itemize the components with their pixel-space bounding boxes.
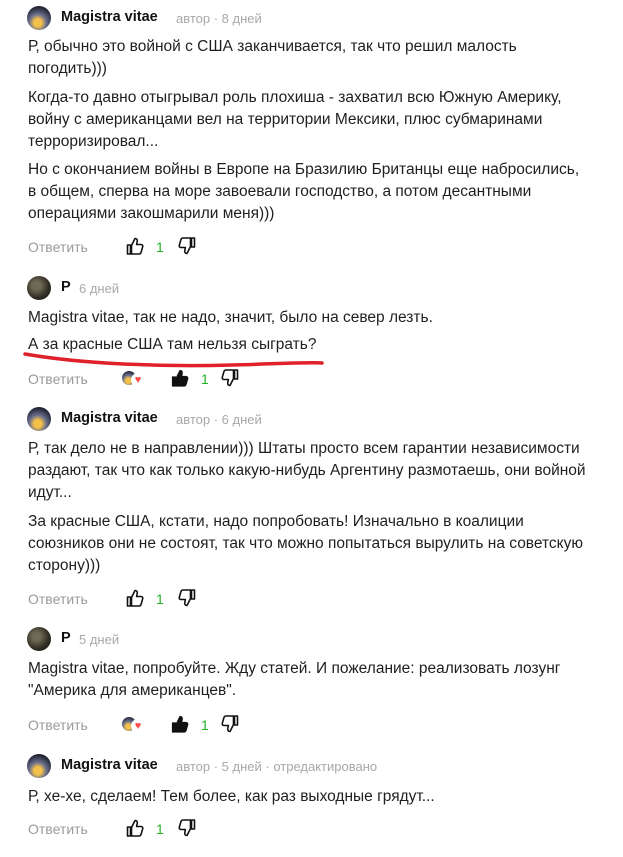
red-underline-annotation — [23, 352, 324, 368]
reply-button[interactable]: Ответить — [28, 717, 88, 733]
heart-icon: ♥ — [131, 373, 145, 387]
comment-actions: Ответить ♥ 1 — [0, 714, 623, 738]
comment-actions: Ответить 1 — [0, 818, 623, 842]
dislike-button[interactable] — [220, 714, 242, 736]
like-button[interactable] — [125, 236, 147, 258]
thumbs-down-outline-icon — [178, 237, 196, 255]
comment-meta: автор · 6 дней — [176, 412, 262, 427]
reply-button[interactable]: Ответить — [28, 239, 88, 255]
like-count: 1 — [201, 717, 209, 733]
comment-text: Р, так дело не в направлении))) Штаты пр… — [28, 440, 586, 501]
like-count: 1 — [201, 371, 209, 387]
thumbs-down-outline-icon — [178, 589, 196, 607]
reactor-avatars[interactable]: ♥ — [122, 714, 148, 736]
thumbs-up-filled-icon — [171, 715, 189, 733]
comment-text: Но с окончанием войны в Европе на Бразил… — [28, 161, 580, 222]
like-button[interactable] — [125, 818, 147, 840]
author-name[interactable]: Magistra vitae — [61, 9, 158, 25]
author-avatar[interactable] — [27, 627, 51, 651]
comment-meta: 6 дней — [79, 281, 120, 296]
comment-text: Когда-то давно отыгрывал роль плохиша - … — [28, 89, 562, 150]
heart-icon: ♥ — [131, 719, 145, 733]
comment-actions: Ответить 1 — [0, 588, 623, 612]
author-avatar[interactable] — [27, 276, 51, 300]
dislike-button[interactable] — [177, 818, 199, 840]
reply-button[interactable]: Ответить — [28, 821, 88, 837]
comment-meta: автор · 5 дней · отредактировано — [176, 759, 378, 774]
reply-button[interactable]: Ответить — [28, 371, 88, 387]
like-count: 1 — [156, 591, 164, 607]
comment-text: Magistra vitae, попробуйте. Жду статей. … — [28, 660, 561, 699]
author-name[interactable]: Р — [61, 630, 71, 646]
comment-text: Magistra vitae, так не надо, значит, был… — [28, 309, 433, 326]
like-count: 1 — [156, 821, 164, 837]
author-name[interactable]: Magistra vitae — [61, 410, 158, 426]
like-count: 1 — [156, 239, 164, 255]
comment-text: Р, обычно это войной с США заканчивается… — [28, 38, 517, 77]
comment-text: Р, хе-хе, сделаем! Тем более, как раз вы… — [28, 788, 435, 805]
like-button[interactable] — [170, 714, 192, 736]
author-avatar[interactable] — [27, 6, 51, 30]
like-button[interactable] — [125, 588, 147, 610]
author-avatar[interactable] — [27, 407, 51, 431]
thumbs-up-outline-icon — [126, 589, 144, 607]
thumbs-up-outline-icon — [126, 819, 144, 837]
comment-actions: Ответить 1 — [0, 236, 623, 260]
thumbs-down-outline-icon — [178, 819, 196, 837]
author-avatar[interactable] — [27, 754, 51, 778]
comment-meta: 5 дней — [79, 632, 120, 647]
reply-button[interactable]: Ответить — [28, 591, 88, 607]
comment-meta: автор · 8 дней — [176, 11, 262, 26]
comment-text: За красные США, кстати, надо попробовать… — [28, 513, 583, 574]
dislike-button[interactable] — [177, 588, 199, 610]
thumbs-up-outline-icon — [126, 237, 144, 255]
author-name[interactable]: Magistra vitae — [61, 757, 158, 773]
dislike-button[interactable] — [177, 236, 199, 258]
author-name[interactable]: Р — [61, 279, 71, 295]
thumbs-down-outline-icon — [221, 715, 239, 733]
